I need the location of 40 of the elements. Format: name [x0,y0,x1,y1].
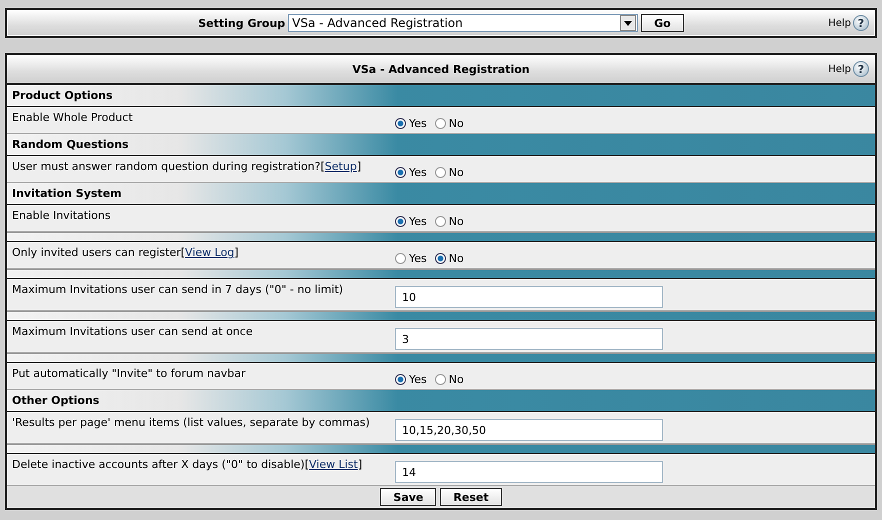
radio-option[interactable]: No [434,117,464,130]
radio-option[interactable]: Yes [395,166,427,179]
radio-option[interactable]: No [434,215,464,228]
setting-label: Maximum Invitations user can send in 7 days ("0" - no limit) [11,282,344,298]
setting-group-label: Setting Group [198,16,286,30]
input-field[interactable]: 14 [395,461,663,483]
section-title: Invitation System [12,187,122,200]
help-link[interactable]: Help [828,64,851,74]
section-title: Product Options [12,89,113,102]
go-button[interactable]: Go [641,14,684,32]
radio-option[interactable]: No [434,252,464,265]
setting-label: User must answer random question during registration?[Setup] [11,159,362,175]
input-field[interactable]: 10 [395,286,663,308]
radio-option[interactable]: No [434,166,464,179]
radio-option[interactable]: Yes [395,117,427,130]
setting-label: Only invited users can register[View Log] [11,245,240,261]
input-field[interactable]: 3 [395,328,663,350]
setting-link[interactable]: Setup [324,160,357,173]
help-icon[interactable]: ? [853,15,869,31]
setting-link[interactable]: View Log [185,246,234,259]
help-icon[interactable]: ? [853,61,869,77]
radio-option[interactable]: Yes [395,252,427,265]
radio-option[interactable]: Yes [395,215,427,228]
setting-label: Enable Invitations [11,208,112,224]
section-title: Random Questions [12,138,129,151]
radio-option[interactable]: Yes [395,373,427,386]
setting-label: 'Results per page' menu items (list values, separate by commas) [11,415,371,431]
setting-group-select[interactable]: VSa - Advanced Registration [288,14,638,32]
setting-label: Enable Whole Product [11,110,134,126]
reset-button[interactable]: Reset [440,488,502,506]
setting-label: Maximum Invitations user can send at once [11,324,254,340]
setting-link[interactable]: View List [309,458,358,471]
input-field[interactable]: 10,15,20,30,50 [395,419,663,441]
help-link[interactable]: Help [828,18,851,28]
section-title: Other Options [12,394,100,407]
save-button[interactable]: Save [380,488,436,506]
setting-label: Delete inactive accounts after X days ("0" to disable)[View List] [11,457,364,473]
panel-title: VSa - Advanced Registration [352,62,530,76]
radio-option[interactable]: No [434,373,464,386]
setting-label: Put automatically "Invite" to forum navbar [11,366,247,382]
